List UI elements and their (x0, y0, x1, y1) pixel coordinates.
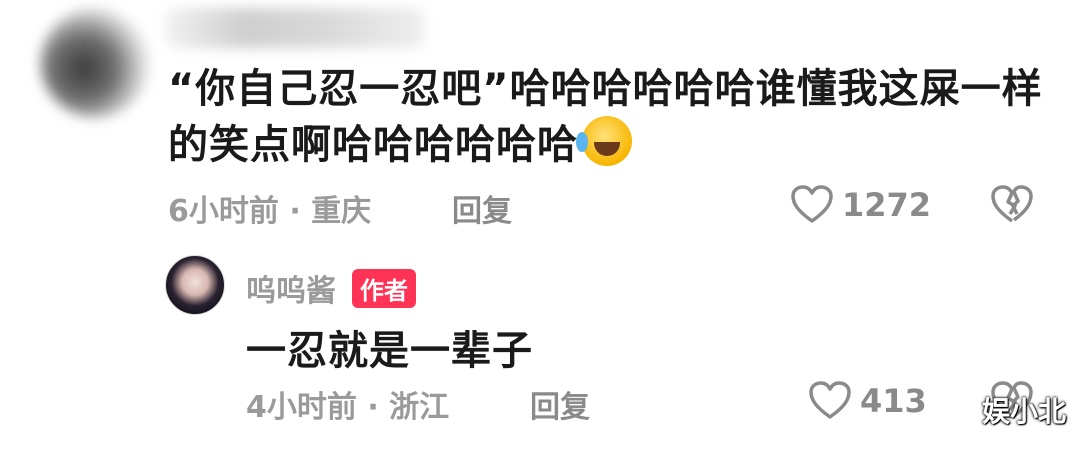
watermark: 娱小北 (981, 395, 1066, 428)
reply-like-count: 413 (860, 382, 927, 420)
reply-author-avatar[interactable] (165, 255, 225, 315)
reply-time-location: 4小时前 · 浙江 (246, 390, 450, 425)
commenter-username-blurred[interactable] (165, 8, 425, 48)
comment-body: “你自己忍一忍吧”哈哈哈哈哈哈谁懂我这屎一样的笑点啊哈哈哈哈哈哈 (168, 62, 1048, 172)
broken-heart-icon (991, 185, 1033, 223)
heart-icon (809, 381, 851, 419)
comment-like-button[interactable] (790, 184, 834, 228)
commenter-avatar[interactable] (40, 8, 150, 118)
reply-author-name[interactable]: 呜呜酱 (246, 266, 336, 310)
heart-icon (791, 185, 833, 223)
comment-reply-button[interactable]: 回复 (452, 186, 512, 230)
reply-like-button[interactable] (808, 380, 852, 424)
comment-like-count: 1272 (842, 186, 932, 224)
author-badge: 作者 (352, 268, 416, 308)
reply-header: 呜呜酱 作者 (246, 266, 416, 310)
reply-reply-button[interactable]: 回复 (530, 382, 590, 426)
comment-dislike-button[interactable] (990, 184, 1034, 228)
laughing-emoji-icon (576, 116, 632, 166)
reply-text: 一忍就是一辈子 (246, 328, 533, 374)
comment-time-location: 6小时前 · 重庆 (168, 194, 372, 229)
